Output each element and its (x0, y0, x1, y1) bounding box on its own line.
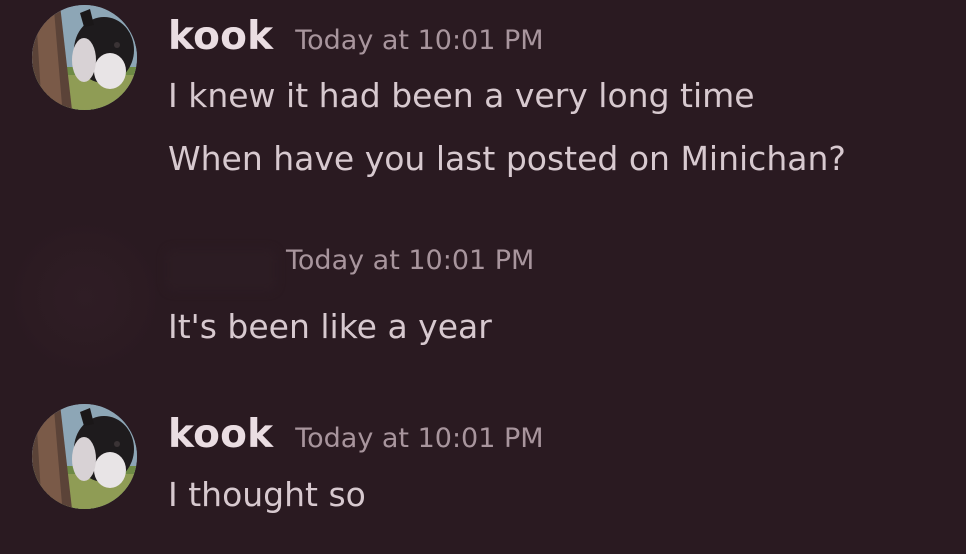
message-text: It's been like a year (168, 307, 492, 346)
user-avatar-kook[interactable] (32, 5, 137, 110)
message-text: I knew it had been a very long time (168, 76, 755, 115)
message-header: Today at 10:01 PM (286, 245, 534, 295)
message-text: I thought so (168, 475, 366, 514)
username-redacted[interactable] (165, 248, 277, 292)
username[interactable]: kook (168, 14, 273, 59)
timestamp[interactable]: Today at 10:01 PM (295, 423, 543, 454)
user-avatar-redacted[interactable] (10, 222, 160, 372)
message-header: kook Today at 10:01 PM (168, 412, 544, 462)
timestamp[interactable]: Today at 10:01 PM (295, 25, 543, 56)
message-text: When have you last posted on Minichan? (168, 139, 846, 178)
chat-message-list: kook Today at 10:01 PM I knew it had bee… (0, 0, 966, 554)
user-avatar-kook[interactable] (32, 404, 137, 509)
timestamp[interactable]: Today at 10:01 PM (286, 245, 534, 276)
dog-avatar-icon (32, 5, 137, 110)
message-header: kook Today at 10:01 PM (168, 14, 544, 64)
username[interactable]: kook (168, 412, 273, 457)
dog-avatar-icon (32, 404, 137, 509)
